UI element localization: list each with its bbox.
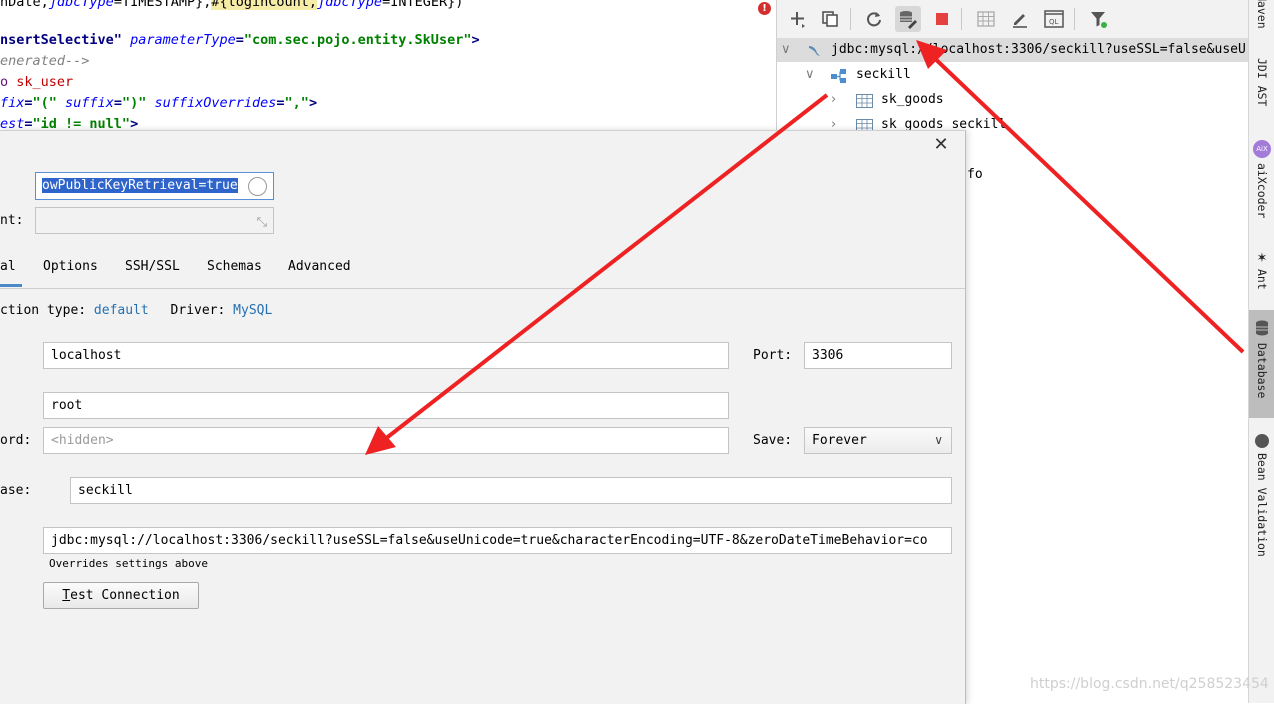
- tab-advanced[interactable]: Advanced: [288, 259, 351, 274]
- url-name-field[interactable]: owPublicKeyRetrieval=true: [35, 172, 274, 200]
- tab-general[interactable]: al: [0, 259, 22, 287]
- connection-type-label: ction type:: [0, 303, 87, 318]
- code-line: nDate,jdbcType=TIMESTAMP},#{loginCount,j…: [0, 0, 463, 13]
- connection-label: jdbc:mysql://localhost:3306/seckill?useS…: [831, 42, 1246, 57]
- url-field[interactable]: jdbc:mysql://localhost:3306/seckill?useS…: [43, 527, 952, 554]
- tab-divider: [0, 288, 965, 289]
- schema-label: seckill: [856, 67, 911, 82]
- code-line: enerated-->: [0, 53, 90, 69]
- right-tool-strip: Maven JDI AST AiX aiXcoder ✶ Ant Databas…: [1248, 0, 1274, 703]
- mysql-dolphin-icon: [807, 43, 823, 57]
- comment-field[interactable]: ⤡: [35, 207, 274, 234]
- ant-icon: ✶: [1256, 251, 1268, 266]
- tab-options[interactable]: Options: [43, 259, 98, 274]
- selected-text: owPublicKeyRetrieval=true: [42, 178, 238, 193]
- error-icon[interactable]: !: [758, 2, 771, 15]
- port-label: Port:: [753, 348, 793, 363]
- user-field[interactable]: root: [43, 392, 729, 419]
- tool-tab-label: JDI AST: [1255, 58, 1269, 107]
- data-source-properties-icon[interactable]: [895, 6, 921, 32]
- code-line: o sk_user: [0, 74, 74, 90]
- tool-tab-jdi-ast[interactable]: JDI AST: [1249, 58, 1274, 120]
- tool-tab-label: aiXcoder: [1255, 163, 1269, 219]
- table-icon: [856, 93, 873, 108]
- chevron-down-icon[interactable]: ∨: [781, 38, 791, 62]
- tab-schemas[interactable]: Schemas: [207, 259, 262, 274]
- expand-icon[interactable]: ⤡: [257, 211, 267, 233]
- tree-item-label: fo: [967, 167, 983, 182]
- query-console-icon[interactable]: QL: [1041, 6, 1067, 32]
- aixcoder-icon: AiX: [1253, 140, 1271, 158]
- save-label: Save:: [753, 433, 793, 448]
- close-icon[interactable]: ✕: [933, 136, 949, 154]
- database-field[interactable]: seckill: [70, 477, 952, 504]
- driver-label: Driver:: [170, 303, 226, 318]
- tree-item-connection[interactable]: ∨ jdbc:mysql://localhost:3306/seckill?us…: [777, 38, 1249, 62]
- tool-tab-label: Ant: [1255, 269, 1269, 290]
- table-view-icon[interactable]: [973, 6, 999, 32]
- chevron-down-icon: ∨: [934, 433, 943, 447]
- chevron-down-icon[interactable]: ∨: [805, 63, 815, 87]
- svg-text:QL: QL: [1049, 18, 1059, 26]
- code-line: fix="(" suffix=")" suffixOverrides=",">: [0, 95, 318, 111]
- save-dropdown[interactable]: Forever ∨: [804, 427, 952, 454]
- table-label: sk_goods: [881, 92, 944, 107]
- password-label: ord:: [0, 433, 32, 448]
- toolbar-separator: [850, 8, 851, 30]
- tool-tab-maven[interactable]: Maven: [1249, 0, 1274, 40]
- toolbar-separator: [961, 8, 962, 30]
- host-field[interactable]: localhost: [43, 342, 729, 369]
- port-field[interactable]: 3306: [804, 342, 952, 369]
- code-editor[interactable]: nDate,jdbcType=TIMESTAMP},#{loginCount,j…: [0, 0, 776, 130]
- tool-tab-label: Bean Validation: [1255, 453, 1269, 557]
- code-line: est="id != null">: [0, 116, 139, 130]
- save-dropdown-value: Forever: [812, 433, 867, 448]
- database-toolbar: QL: [777, 0, 1249, 39]
- comment-label: nt:: [0, 213, 24, 228]
- stop-icon[interactable]: [929, 6, 955, 32]
- tool-tab-bean-validation[interactable]: Bean Validation: [1249, 434, 1274, 584]
- data-source-dialog: ✕ owPublicKeyRetrieval=true nt: ⤡ al Opt…: [0, 130, 966, 704]
- add-icon[interactable]: [785, 6, 811, 32]
- edit-icon[interactable]: [1007, 6, 1033, 32]
- code-line: nsertSelective" parameterType="com.sec.p…: [0, 32, 480, 48]
- tool-tab-database[interactable]: Database: [1249, 310, 1274, 418]
- tool-tab-ant[interactable]: ✶ Ant: [1249, 252, 1274, 300]
- schema-icon: [831, 68, 847, 83]
- filter-icon[interactable]: [1086, 6, 1112, 32]
- url-hint: Overrides settings above: [49, 557, 208, 570]
- tab-ssh-ssl[interactable]: SSH/SSL: [125, 259, 180, 274]
- test-connection-button[interactable]: Test Connection: [43, 582, 199, 609]
- chevron-right-icon[interactable]: ›: [831, 88, 836, 112]
- database-icon: [1255, 320, 1269, 339]
- bean-icon: [1255, 434, 1269, 448]
- tool-tab-label: Database: [1255, 343, 1269, 399]
- refresh-icon[interactable]: [861, 6, 887, 32]
- database-label: ase:: [0, 483, 32, 498]
- active-tab-underline: [0, 284, 22, 287]
- password-field[interactable]: <hidden>: [43, 427, 729, 454]
- tool-tab-label: Maven: [1255, 0, 1269, 29]
- circle-toggle-icon[interactable]: [248, 177, 267, 196]
- connection-type-row: ction type: default Driver: MySQL: [0, 303, 272, 318]
- tool-tab-aixcoder[interactable]: AiX aiXcoder: [1249, 140, 1274, 232]
- driver-link[interactable]: MySQL: [233, 303, 272, 318]
- toolbar-separator: [1074, 8, 1075, 30]
- copy-icon[interactable]: [817, 6, 843, 32]
- connection-type-link[interactable]: default: [94, 303, 149, 318]
- watermark: https://blog.csdn.net/q258523454: [1030, 676, 1269, 692]
